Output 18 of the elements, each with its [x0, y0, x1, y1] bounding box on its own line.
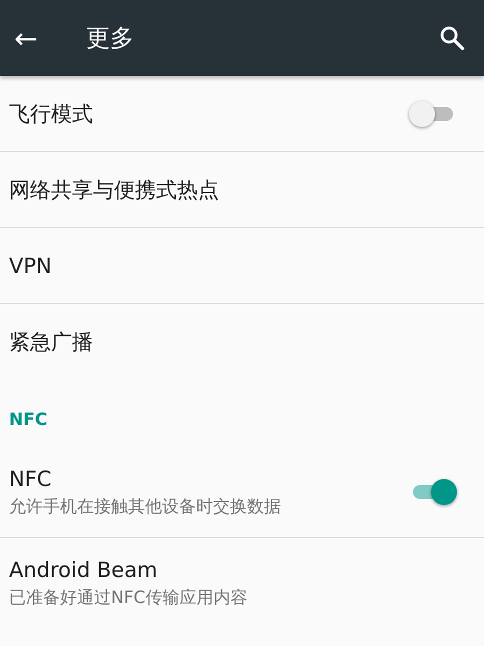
settings-item[interactable]: VPN — [0, 228, 484, 303]
item-title: NFC — [9, 466, 52, 490]
item-title: VPN — [9, 254, 53, 278]
back-button[interactable]: ← — [10, 22, 42, 54]
section-header: NFC — [8, 409, 48, 432]
item-summary: 已准备好通过NFC传输应用内容 — [9, 586, 248, 608]
settings-item[interactable]: 网络共享与便携式热点 — [0, 152, 484, 227]
settings-item[interactable]: 紧急广播 — [0, 304, 484, 379]
settings-item[interactable]: NFC 允许手机在接触其他设备时交换数据 — [0, 447, 484, 537]
item-summary: 允许手机在接触其他设备时交换数据 — [9, 496, 282, 518]
settings-item[interactable]: 飞行模式 — [0, 76, 484, 151]
item-title: 网络共享与便携式热点 — [9, 176, 220, 204]
item-title: 紧急广播 — [9, 328, 94, 356]
item-title: 飞行模式 — [9, 100, 94, 128]
screen-title: 更多 — [86, 23, 135, 54]
settings-item[interactable]: Android Beam 已准备好通过NFC传输应用内容 — [0, 538, 484, 628]
item-title: Android Beam — [9, 558, 159, 582]
search-icon[interactable] — [438, 24, 466, 52]
